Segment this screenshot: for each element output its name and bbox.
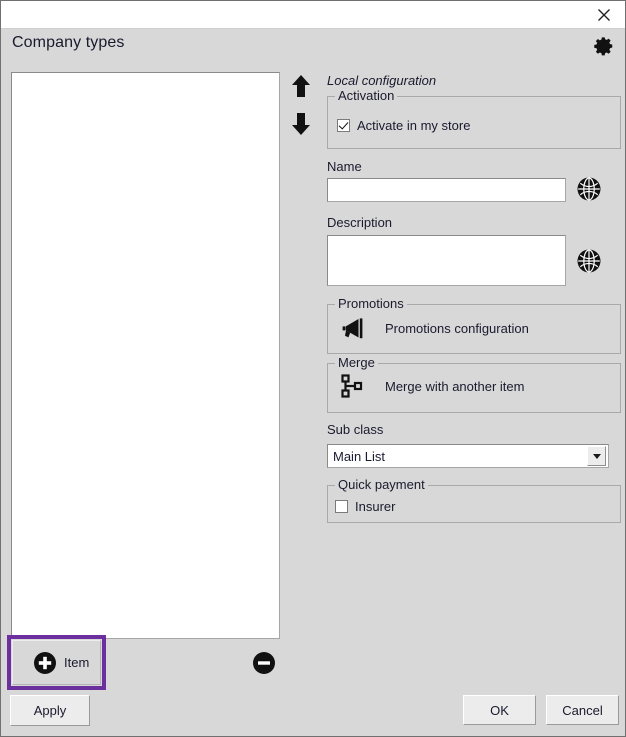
- company-types-list[interactable]: [11, 72, 280, 639]
- close-icon: [598, 9, 610, 21]
- insurer-checkbox[interactable]: [335, 500, 348, 513]
- sub-class-select[interactable]: Main List: [327, 444, 609, 468]
- minus-circle-icon: [253, 652, 275, 674]
- name-input[interactable]: [327, 178, 566, 202]
- merge-branch-icon: [341, 374, 363, 398]
- quick-payment-legend: Quick payment: [335, 477, 428, 492]
- sub-class-label: Sub class: [327, 422, 384, 437]
- sub-class-selected-value: Main List: [333, 448, 386, 464]
- insurer-label: Insurer: [355, 499, 396, 514]
- apply-button[interactable]: Apply: [10, 695, 90, 726]
- description-input[interactable]: [327, 235, 566, 286]
- activate-in-my-store-checkbox-row[interactable]: Activate in my store: [337, 118, 470, 133]
- company-types-dialog: Company types Item Apply Local configura…: [0, 0, 626, 737]
- move-up-button[interactable]: [290, 73, 312, 99]
- add-item-label: Item: [64, 655, 90, 670]
- cancel-button[interactable]: Cancel: [546, 695, 619, 725]
- activate-in-my-store-label: Activate in my store: [357, 118, 471, 133]
- merge-legend: Merge: [335, 355, 378, 370]
- local-configuration-label: Local configuration: [327, 73, 437, 88]
- plus-circle-icon: [34, 651, 56, 674]
- move-down-button[interactable]: [290, 111, 312, 137]
- activation-group: Activation Activate in my store: [327, 88, 621, 149]
- promotions-group: Promotions Promotions configuration: [327, 296, 621, 354]
- insurer-checkbox-row[interactable]: Insurer: [335, 499, 395, 514]
- description-translate-button[interactable]: [576, 248, 602, 274]
- title-bar: [1, 1, 625, 29]
- ok-button[interactable]: OK: [463, 695, 536, 725]
- name-translate-button[interactable]: [576, 176, 602, 202]
- gear-icon: [594, 37, 613, 56]
- merge-group: Merge Merge with another item: [327, 355, 621, 413]
- promotions-configuration-label: Promotions configuration: [385, 320, 529, 336]
- activate-in-my-store-checkbox[interactable]: [337, 119, 350, 132]
- globe-icon: [577, 177, 601, 201]
- merge-with-another-item-label: Merge with another item: [385, 378, 525, 394]
- activation-legend: Activation: [335, 88, 398, 103]
- arrow-up-icon: [292, 75, 310, 97]
- megaphone-icon: [342, 318, 363, 339]
- remove-item-button[interactable]: [252, 651, 276, 675]
- chevron-down-icon[interactable]: [587, 446, 606, 466]
- merge-with-another-item-button[interactable]: Merge with another item: [337, 372, 524, 400]
- settings-button[interactable]: [591, 33, 617, 59]
- add-item-button[interactable]: Item: [12, 640, 101, 685]
- globe-icon: [577, 249, 601, 273]
- close-button[interactable]: [591, 3, 617, 27]
- page-title: Company types: [12, 34, 125, 51]
- name-label: Name: [327, 159, 362, 174]
- arrow-down-icon: [292, 113, 310, 135]
- promotions-configuration-button[interactable]: Promotions configuration: [337, 316, 529, 340]
- promotions-legend: Promotions: [335, 296, 407, 311]
- description-label: Description: [327, 215, 393, 230]
- quick-payment-group: Quick payment Insurer: [327, 477, 621, 523]
